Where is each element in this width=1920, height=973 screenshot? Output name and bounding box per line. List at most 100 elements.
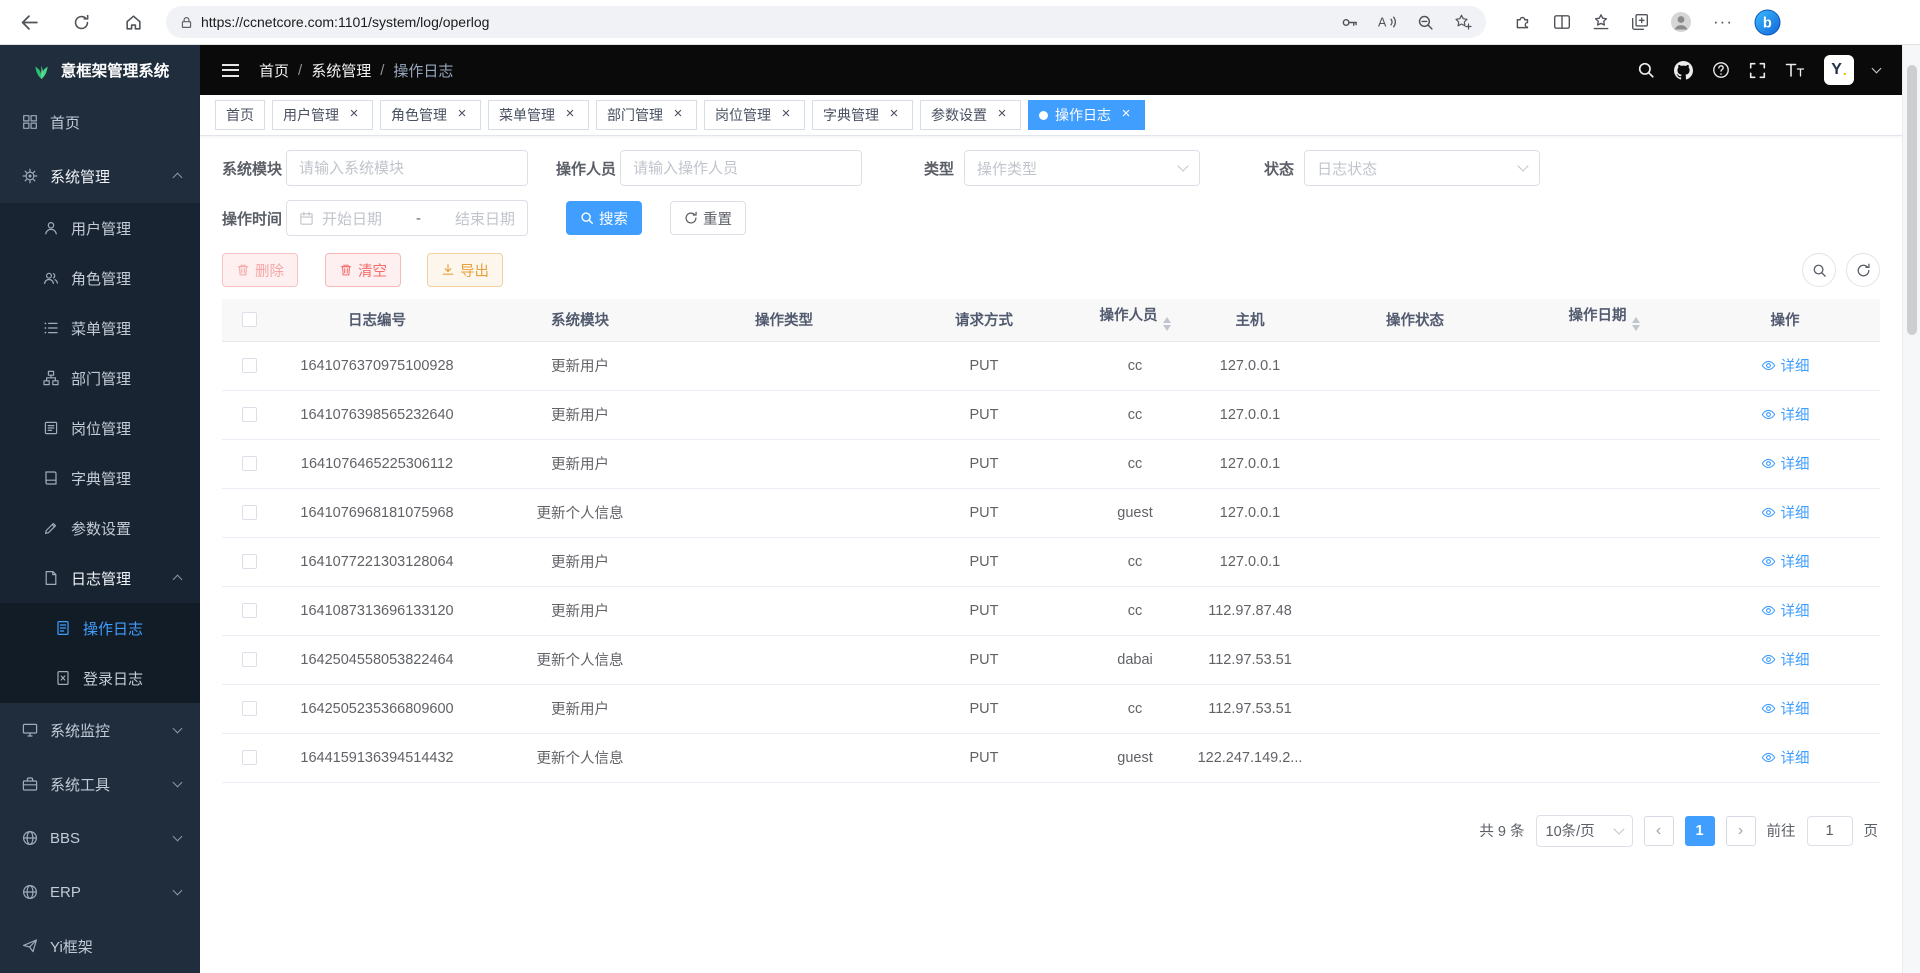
breadcrumb-home[interactable]: 首页: [259, 60, 289, 81]
sidebar-item-dept-management[interactable]: 部门管理: [0, 353, 200, 403]
close-icon[interactable]: ×: [454, 107, 470, 123]
sidebar-item-system-management[interactable]: 系统管理: [0, 149, 200, 203]
split-screen-icon[interactable]: [1553, 13, 1571, 31]
address-bar[interactable]: https://ccnetcore.com:1101/system/log/op…: [166, 6, 1486, 38]
sidebar-item-system-monitor[interactable]: 系统监控: [0, 703, 200, 757]
goto-page-input[interactable]: [1807, 816, 1853, 846]
close-icon[interactable]: ×: [1118, 107, 1134, 123]
module-input[interactable]: [286, 150, 528, 186]
row-checkbox[interactable]: [242, 456, 257, 471]
close-icon[interactable]: ×: [562, 107, 578, 123]
sidebar-item-bbs[interactable]: BBS: [0, 811, 200, 865]
sidebar-item-home[interactable]: 首页: [0, 95, 200, 149]
font-size-icon[interactable]: [1785, 62, 1805, 78]
detail-link[interactable]: 详细: [1761, 355, 1810, 376]
tab-home[interactable]: 首页: [215, 100, 265, 130]
status-select[interactable]: 日志状态: [1304, 150, 1540, 186]
column-header[interactable]: 操作人员: [1082, 299, 1188, 341]
user-avatar[interactable]: Y.: [1824, 55, 1854, 85]
export-button[interactable]: 导出: [427, 253, 503, 287]
sidebar-item-dict-management[interactable]: 字典管理: [0, 453, 200, 503]
select-all-checkbox[interactable]: [242, 312, 257, 327]
add-favorite-icon[interactable]: [1454, 13, 1472, 31]
tab-role-management[interactable]: 角色管理×: [380, 100, 481, 130]
tab-post-management[interactable]: 岗位管理×: [704, 100, 805, 130]
sidebar-item-param-settings[interactable]: 参数设置: [0, 503, 200, 553]
search-icon[interactable]: [1637, 61, 1655, 79]
toggle-search-button[interactable]: [1802, 253, 1836, 287]
operator-input[interactable]: [620, 150, 862, 186]
delete-button[interactable]: 删除: [222, 253, 298, 287]
date-range-picker[interactable]: 开始日期 - 结束日期: [286, 200, 528, 236]
refresh-table-button[interactable]: [1846, 253, 1880, 287]
extensions-icon[interactable]: [1514, 13, 1532, 31]
row-checkbox[interactable]: [242, 505, 257, 520]
more-icon[interactable]: ···: [1713, 12, 1733, 32]
close-icon[interactable]: ×: [994, 107, 1010, 123]
row-checkbox[interactable]: [242, 407, 257, 422]
tab-param-settings[interactable]: 参数设置×: [920, 100, 1021, 130]
prev-page-button[interactable]: ‹: [1644, 816, 1674, 846]
row-checkbox[interactable]: [242, 652, 257, 667]
detail-link[interactable]: 详细: [1761, 453, 1810, 474]
tab-dict-management[interactable]: 字典管理×: [812, 100, 913, 130]
sidebar-item-role-management[interactable]: 角色管理: [0, 253, 200, 303]
row-checkbox[interactable]: [242, 603, 257, 618]
row-checkbox[interactable]: [242, 554, 257, 569]
sort-icon[interactable]: [1632, 313, 1640, 335]
close-icon[interactable]: ×: [670, 107, 686, 123]
back-button[interactable]: [10, 4, 48, 40]
key-icon[interactable]: [1341, 14, 1358, 31]
app-logo[interactable]: 意框架管理系统: [0, 45, 200, 95]
sidebar-item-operation-log[interactable]: 操作日志: [0, 603, 200, 653]
sidebar-toggle[interactable]: [222, 64, 239, 77]
tab-dept-management[interactable]: 部门管理×: [596, 100, 697, 130]
sidebar-item-yi-framework[interactable]: Yi框架: [0, 919, 200, 973]
detail-link[interactable]: 详细: [1761, 600, 1810, 621]
detail-link[interactable]: 详细: [1761, 404, 1810, 425]
clear-button[interactable]: 清空: [325, 253, 401, 287]
sidebar-item-user-management[interactable]: 用户管理: [0, 203, 200, 253]
detail-link[interactable]: 详细: [1761, 698, 1810, 719]
detail-link[interactable]: 详细: [1761, 551, 1810, 572]
home-button[interactable]: [114, 4, 152, 40]
github-icon[interactable]: [1674, 61, 1693, 80]
row-checkbox[interactable]: [242, 750, 257, 765]
close-icon[interactable]: ×: [778, 107, 794, 123]
sort-icon[interactable]: [1163, 313, 1171, 335]
breadcrumb-system[interactable]: 系统管理: [311, 60, 371, 81]
tab-menu-management[interactable]: 菜单管理×: [488, 100, 589, 130]
read-aloud-icon[interactable]: A: [1378, 14, 1397, 30]
search-button[interactable]: 搜索: [566, 201, 642, 235]
refresh-button[interactable]: [62, 4, 100, 40]
favorites-bar-icon[interactable]: [1592, 13, 1610, 31]
sidebar-item-menu-management[interactable]: 菜单管理: [0, 303, 200, 353]
fullscreen-icon[interactable]: [1749, 62, 1766, 79]
page-number-button[interactable]: 1: [1685, 816, 1715, 846]
close-icon[interactable]: ×: [886, 107, 902, 123]
next-page-button[interactable]: ›: [1726, 816, 1756, 846]
column-header[interactable]: 操作日期: [1518, 299, 1690, 341]
collections-icon[interactable]: [1631, 13, 1649, 31]
help-icon[interactable]: [1712, 61, 1730, 79]
sidebar-item-post-management[interactable]: 岗位管理: [0, 403, 200, 453]
close-icon[interactable]: ×: [346, 107, 362, 123]
scrollbar-thumb[interactable]: [1907, 65, 1917, 335]
type-select[interactable]: 操作类型: [964, 150, 1200, 186]
reset-button[interactable]: 重置: [670, 201, 746, 235]
row-checkbox[interactable]: [242, 358, 257, 373]
chevron-down-icon[interactable]: [1872, 63, 1882, 73]
bing-icon[interactable]: b: [1754, 9, 1781, 36]
sidebar-item-system-tools[interactable]: 系统工具: [0, 757, 200, 811]
sidebar-item-login-log[interactable]: 登录日志: [0, 653, 200, 703]
zoom-out-icon[interactable]: [1417, 14, 1434, 31]
profile-icon[interactable]: [1670, 11, 1692, 33]
detail-link[interactable]: 详细: [1761, 502, 1810, 523]
tab-operation-log[interactable]: 操作日志×: [1028, 100, 1145, 130]
detail-link[interactable]: 详细: [1761, 747, 1810, 768]
detail-link[interactable]: 详细: [1761, 649, 1810, 670]
sidebar-item-log-management[interactable]: 日志管理: [0, 553, 200, 603]
row-checkbox[interactable]: [242, 701, 257, 716]
sidebar-item-erp[interactable]: ERP: [0, 865, 200, 919]
page-scrollbar[interactable]: [1902, 45, 1920, 973]
